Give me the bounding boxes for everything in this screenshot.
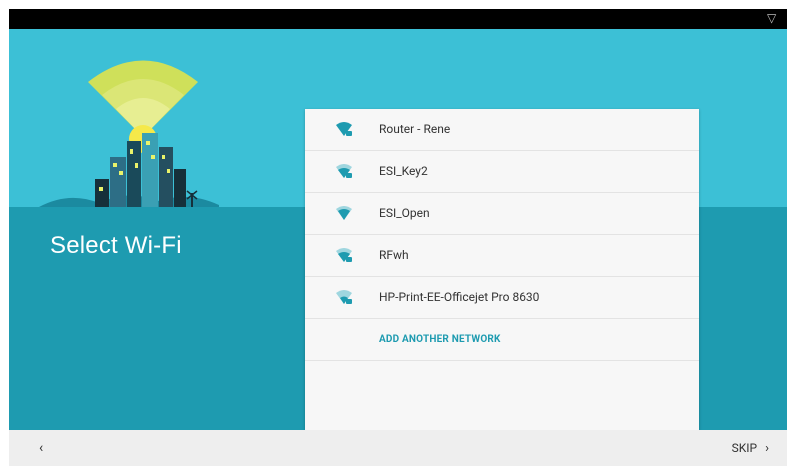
skip-label: SKIP bbox=[731, 441, 758, 455]
bottom-navigation-bar: ‹ SKIP › bbox=[9, 430, 787, 466]
wifi-secured-strong-icon bbox=[336, 122, 352, 136]
wifi-secured-medium-icon bbox=[336, 164, 352, 178]
skip-button[interactable]: SKIP › bbox=[732, 438, 769, 458]
network-row[interactable]: HP-Print-EE-Officejet Pro 8630 bbox=[305, 277, 699, 319]
add-another-network-link[interactable]: ADD ANOTHER NETWORK bbox=[379, 319, 501, 360]
city-wifi-illustration-icon bbox=[39, 60, 219, 207]
network-name: ESI_Open bbox=[379, 206, 430, 220]
signal-icon: ▽ bbox=[767, 11, 777, 25]
hero-banner: Select Wi-Fi Router - Rene ESI_Key2 ESI_… bbox=[9, 29, 787, 430]
network-name: HP-Print-EE-Officejet Pro 8630 bbox=[379, 290, 540, 304]
add-network-row[interactable]: ADD ANOTHER NETWORK bbox=[305, 319, 699, 361]
network-row[interactable]: ESI_Open bbox=[305, 193, 699, 235]
status-bar: ▽ bbox=[9, 9, 787, 29]
network-name: Router - Rene bbox=[379, 122, 451, 136]
network-name: ESI_Key2 bbox=[379, 164, 428, 178]
network-row[interactable]: Router - Rene bbox=[305, 109, 699, 151]
setup-screen: ▽ Select Wi-Fi Router - Rene ESI_Key2 ES… bbox=[0, 0, 787, 466]
wifi-secured-weak-icon bbox=[336, 290, 352, 304]
page-title: Select Wi-Fi bbox=[50, 232, 182, 259]
network-row[interactable]: ESI_Key2 bbox=[305, 151, 699, 193]
chevron-right-icon: › bbox=[765, 441, 769, 456]
network-list-card: Router - Rene ESI_Key2 ESI_Open RFwh HP-… bbox=[305, 109, 699, 430]
back-button[interactable]: ‹ bbox=[39, 438, 59, 458]
network-row[interactable]: RFwh bbox=[305, 235, 699, 277]
wifi-secured-medium-icon bbox=[336, 248, 352, 262]
wifi-open-icon bbox=[336, 206, 352, 220]
network-name: RFwh bbox=[379, 248, 409, 262]
